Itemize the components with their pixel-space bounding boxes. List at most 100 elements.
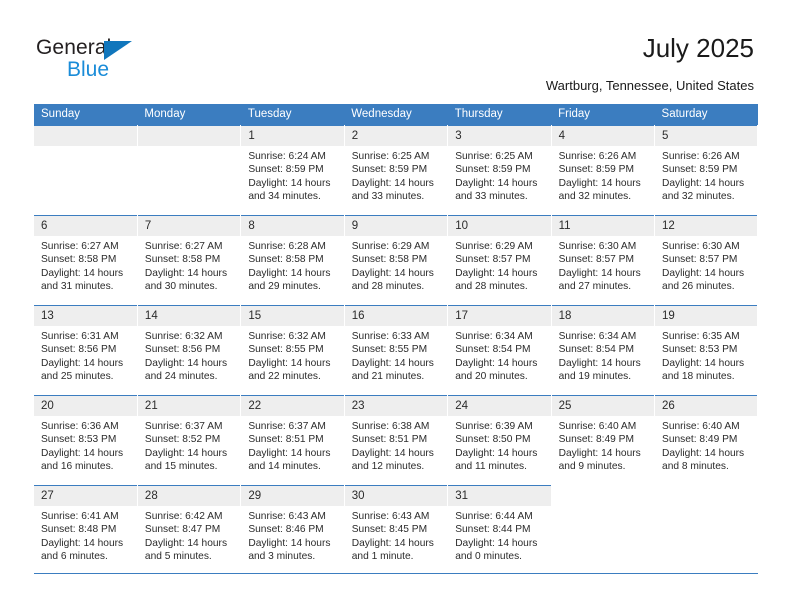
daylight-duration-line2: and 21 minutes. bbox=[351, 371, 425, 383]
calendar-day-cell[interactable]: 10 Sunrise: 6:29 AM Sunset: 8:57 PM Dayligh… bbox=[447, 215, 552, 306]
calendar-day-cell[interactable]: 28 Sunrise: 6:42 AM Sunset: 8:47 PM Dayligh… bbox=[137, 485, 242, 574]
daylight-duration-line1: Daylight: 14 hours bbox=[144, 447, 228, 459]
day-number: 26 bbox=[655, 396, 758, 416]
daylight-duration-line1: Daylight: 14 hours bbox=[144, 537, 228, 549]
daylight-duration-line2: and 6 minutes. bbox=[41, 551, 108, 563]
calendar-day-cell[interactable]: 17 Sunrise: 6:34 AM Sunset: 8:54 PM Dayligh… bbox=[447, 305, 552, 396]
sunset-time: Sunset: 8:58 PM bbox=[144, 254, 221, 266]
calendar-day-cell[interactable]: 20 Sunrise: 6:36 AM Sunset: 8:53 PM Dayligh… bbox=[34, 395, 138, 486]
day-sun-info: Sunrise: 6:43 AM Sunset: 8:46 PM Daylight:… bbox=[241, 506, 343, 564]
daylight-duration-line2: and 18 minutes. bbox=[662, 371, 735, 383]
day-sun-info: Sunrise: 6:34 AM Sunset: 8:54 PM Daylight:… bbox=[552, 326, 654, 384]
day-number: 29 bbox=[241, 486, 344, 506]
sunset-time: Sunset: 8:49 PM bbox=[558, 434, 634, 446]
daylight-duration-line2: and 33 minutes. bbox=[351, 191, 425, 203]
sunrise-time: Sunrise: 6:29 AM bbox=[351, 241, 430, 252]
calendar-day-cell[interactable]: 14 Sunrise: 6:32 AM Sunset: 8:56 PM Dayligh… bbox=[137, 305, 242, 396]
sunrise-time: Sunrise: 6:25 AM bbox=[455, 151, 533, 162]
daylight-duration-line2: and 30 minutes. bbox=[144, 281, 218, 293]
calendar-day-cell[interactable]: 22 Sunrise: 6:37 AM Sunset: 8:51 PM Dayligh… bbox=[240, 395, 345, 486]
calendar-day-cell[interactable]: 2 Sunrise: 6:25 AM Sunset: 8:59 PM Daylight… bbox=[344, 125, 449, 216]
daylight-duration-line2: and 28 minutes. bbox=[455, 281, 528, 293]
sunset-time: Sunset: 8:58 PM bbox=[41, 254, 117, 266]
sunset-time: Sunset: 8:50 PM bbox=[455, 434, 531, 446]
daylight-duration-line1: Daylight: 14 hours bbox=[351, 357, 434, 369]
calendar-day-cell[interactable]: 9 Sunrise: 6:29 AM Sunset: 8:58 PM Daylight… bbox=[344, 215, 449, 306]
calendar-day-cell[interactable]: 16 Sunrise: 6:33 AM Sunset: 8:55 PM Dayligh… bbox=[344, 305, 449, 396]
calendar-week-row: 1 Sunrise: 6:24 AM Sunset: 8:59 PM Daylight… bbox=[34, 125, 759, 216]
day-number: 13 bbox=[34, 306, 137, 326]
calendar-day-cell[interactable]: 7 Sunrise: 6:27 AM Sunset: 8:58 PM Daylight… bbox=[137, 215, 242, 306]
calendar-day-cell[interactable]: 29 Sunrise: 6:43 AM Sunset: 8:46 PM Dayligh… bbox=[240, 485, 345, 574]
weekday-header-monday: Monday bbox=[137, 104, 241, 126]
calendar-day-cell[interactable]: 8 Sunrise: 6:28 AM Sunset: 8:58 PM Daylight… bbox=[240, 215, 345, 306]
daylight-duration-line1: Daylight: 14 hours bbox=[455, 447, 538, 459]
sunset-time: Sunset: 8:54 PM bbox=[558, 344, 634, 356]
day-sun-info: Sunrise: 6:24 AM Sunset: 8:59 PM Daylight:… bbox=[241, 146, 343, 204]
day-number: 7 bbox=[137, 216, 241, 236]
calendar-day-cell[interactable]: 24 Sunrise: 6:39 AM Sunset: 8:50 PM Dayligh… bbox=[447, 395, 552, 486]
calendar-day-cell[interactable]: 25 Sunrise: 6:40 AM Sunset: 8:49 PM Dayligh… bbox=[551, 395, 656, 486]
daylight-duration-line1: Daylight: 14 hours bbox=[558, 267, 641, 279]
sunrise-time: Sunrise: 6:27 AM bbox=[144, 241, 223, 252]
day-number: 30 bbox=[344, 486, 448, 506]
calendar-day-cell[interactable]: 3 Sunrise: 6:25 AM Sunset: 8:59 PM Daylight… bbox=[447, 125, 552, 216]
daylight-duration-line1: Daylight: 14 hours bbox=[144, 267, 228, 279]
day-number: 15 bbox=[241, 306, 344, 326]
sunrise-time: Sunrise: 6:38 AM bbox=[351, 421, 430, 432]
calendar-day-cell[interactable]: 13 Sunrise: 6:31 AM Sunset: 8:56 PM Dayligh… bbox=[34, 305, 138, 396]
day-sun-info: Sunrise: 6:41 AM Sunset: 8:48 PM Daylight:… bbox=[34, 506, 137, 564]
calendar-day-cell[interactable]: 18 Sunrise: 6:34 AM Sunset: 8:54 PM Dayligh… bbox=[551, 305, 656, 396]
daylight-duration-line1: Daylight: 14 hours bbox=[248, 177, 331, 189]
daylight-duration-line2: and 14 minutes. bbox=[248, 461, 321, 473]
day-number: 22 bbox=[241, 396, 344, 416]
daylight-duration-line1: Daylight: 14 hours bbox=[558, 177, 641, 189]
calendar-day-cell[interactable]: 4 Sunrise: 6:26 AM Sunset: 8:59 PM Daylight… bbox=[551, 125, 656, 216]
daylight-duration-line1: Daylight: 14 hours bbox=[144, 357, 228, 369]
daylight-duration-line2: and 22 minutes. bbox=[248, 371, 321, 383]
day-sun-info: Sunrise: 6:40 AM Sunset: 8:49 PM Daylight:… bbox=[655, 416, 757, 474]
daylight-duration-line2: and 11 minutes. bbox=[455, 461, 527, 473]
daylight-duration-line2: and 19 minutes. bbox=[558, 371, 632, 383]
calendar-day-cell[interactable]: 30 Sunrise: 6:43 AM Sunset: 8:45 PM Dayligh… bbox=[344, 485, 449, 574]
weekday-header-sunday: Sunday bbox=[34, 104, 138, 126]
daylight-duration-line1: Daylight: 14 hours bbox=[351, 447, 434, 459]
calendar-day-cell[interactable]: 27 Sunrise: 6:41 AM Sunset: 8:48 PM Dayligh… bbox=[34, 485, 138, 574]
day-number: 3 bbox=[448, 126, 551, 146]
calendar-day-cell[interactable]: 1 Sunrise: 6:24 AM Sunset: 8:59 PM Daylight… bbox=[240, 125, 345, 216]
calendar-day-cell[interactable]: 11 Sunrise: 6:30 AM Sunset: 8:57 PM Dayligh… bbox=[551, 215, 656, 306]
daylight-duration-line1: Daylight: 14 hours bbox=[41, 447, 124, 459]
daylight-duration-line2: and 24 minutes. bbox=[144, 371, 218, 383]
calendar-day-cell[interactable]: 31 Sunrise: 6:44 AM Sunset: 8:44 PM Dayligh… bbox=[447, 485, 552, 574]
calendar-day-cell[interactable]: 6 Sunrise: 6:27 AM Sunset: 8:58 PM Daylight… bbox=[34, 215, 138, 306]
logo-text-general: General bbox=[36, 36, 112, 59]
weekday-header-thursday: Thursday bbox=[447, 104, 552, 126]
sunset-time: Sunset: 8:49 PM bbox=[662, 434, 738, 446]
day-number: 31 bbox=[448, 486, 551, 506]
calendar-day-cell[interactable]: 23 Sunrise: 6:38 AM Sunset: 8:51 PM Dayligh… bbox=[344, 395, 449, 486]
daylight-duration-line1: Daylight: 14 hours bbox=[558, 447, 641, 459]
calendar-day-cell[interactable]: 21 Sunrise: 6:37 AM Sunset: 8:52 PM Dayligh… bbox=[137, 395, 242, 486]
day-sun-info: Sunrise: 6:28 AM Sunset: 8:58 PM Daylight:… bbox=[241, 236, 343, 294]
generalblue-logo[interactable]: General Blue bbox=[36, 36, 236, 86]
daylight-duration-line2: and 34 minutes. bbox=[248, 191, 321, 203]
day-number: 11 bbox=[551, 216, 655, 236]
sunset-time: Sunset: 8:57 PM bbox=[558, 254, 634, 266]
daylight-duration-line1: Daylight: 14 hours bbox=[351, 537, 434, 549]
daylight-duration-line1: Daylight: 14 hours bbox=[248, 357, 331, 369]
sunset-time: Sunset: 8:59 PM bbox=[248, 164, 324, 176]
day-sun-info: Sunrise: 6:32 AM Sunset: 8:56 PM Daylight:… bbox=[138, 326, 240, 384]
day-number: 21 bbox=[137, 396, 241, 416]
daylight-duration-line2: and 1 minute. bbox=[351, 551, 414, 563]
calendar-day-cell[interactable]: 15 Sunrise: 6:32 AM Sunset: 8:55 PM Dayligh… bbox=[240, 305, 345, 396]
calendar-day-cell[interactable]: 26 Sunrise: 6:40 AM Sunset: 8:49 PM Dayligh… bbox=[654, 395, 759, 486]
calendar-day-cell[interactable]: 19 Sunrise: 6:35 AM Sunset: 8:53 PM Dayligh… bbox=[654, 305, 759, 396]
sunrise-time: Sunrise: 6:32 AM bbox=[248, 331, 326, 342]
day-number: 28 bbox=[137, 486, 241, 506]
calendar-day-cell[interactable]: 5 Sunrise: 6:26 AM Sunset: 8:59 PM Daylight… bbox=[654, 125, 759, 216]
daylight-duration-line2: and 12 minutes. bbox=[351, 461, 425, 473]
sunset-time: Sunset: 8:48 PM bbox=[41, 524, 117, 536]
sunrise-time: Sunrise: 6:40 AM bbox=[558, 421, 637, 432]
daylight-duration-line1: Daylight: 14 hours bbox=[662, 357, 745, 369]
calendar-day-cell[interactable]: 12 Sunrise: 6:30 AM Sunset: 8:57 PM Dayligh… bbox=[654, 215, 759, 306]
